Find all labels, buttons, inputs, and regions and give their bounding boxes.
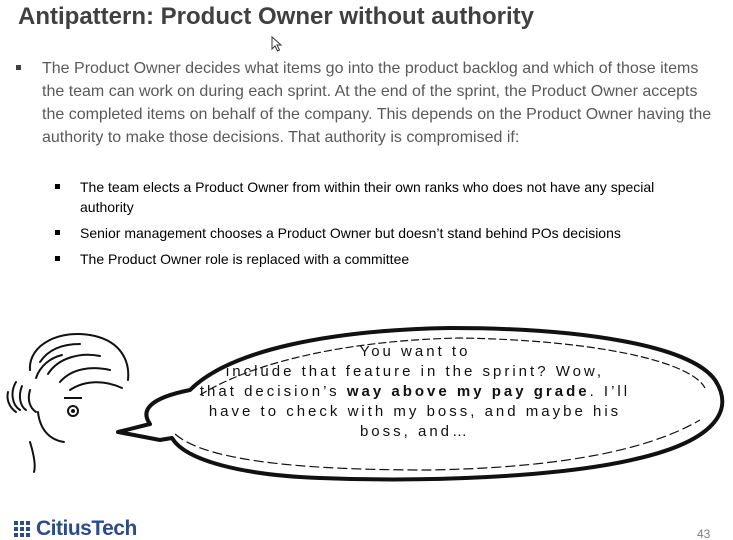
bullet-marker — [55, 256, 60, 261]
page-number: 43 — [697, 527, 711, 540]
sub-bullet-item: The team elects a Product Owner from wit… — [55, 177, 700, 217]
bullet-marker — [55, 230, 60, 235]
sub-bullet-item: The Product Owner role is replaced with … — [55, 249, 700, 269]
slide-title: Antipattern: Product Owner without autho… — [18, 3, 534, 30]
sub-bullet-text: The team elects a Product Owner from wit… — [80, 179, 655, 215]
mouse-pointer-icon — [271, 36, 283, 52]
sub-bullet-item: Senior management chooses a Product Owne… — [55, 223, 700, 243]
sub-bullet-list: The team elects a Product Owner from wit… — [55, 177, 700, 275]
speech-line: include that feature in the sprint? Wow, — [225, 363, 605, 380]
bullet-marker — [16, 65, 21, 70]
logo-text: CitiusTech — [36, 517, 137, 540]
speech-bubble-text: You want to include that feature in the … — [150, 342, 680, 442]
bullet-marker — [55, 184, 60, 189]
speech-emphasis: way above my pay grade — [346, 383, 590, 400]
citiustech-logo-icon — [14, 521, 30, 537]
speech-line: have to check with my boss, and maybe hi… — [208, 403, 622, 420]
speech-line: that decision’s way above my pay grade. … — [199, 383, 631, 400]
speech-line: You want to — [359, 343, 471, 360]
speech-line: boss, and… — [359, 423, 471, 440]
sub-bullet-text: Senior management chooses a Product Owne… — [80, 225, 621, 241]
main-bullet-text: The Product Owner decides what items go … — [42, 60, 712, 146]
company-logo: CitiusTech — [14, 517, 137, 540]
sub-bullet-text: The Product Owner role is replaced with … — [80, 251, 410, 267]
person-head — [6, 333, 130, 473]
